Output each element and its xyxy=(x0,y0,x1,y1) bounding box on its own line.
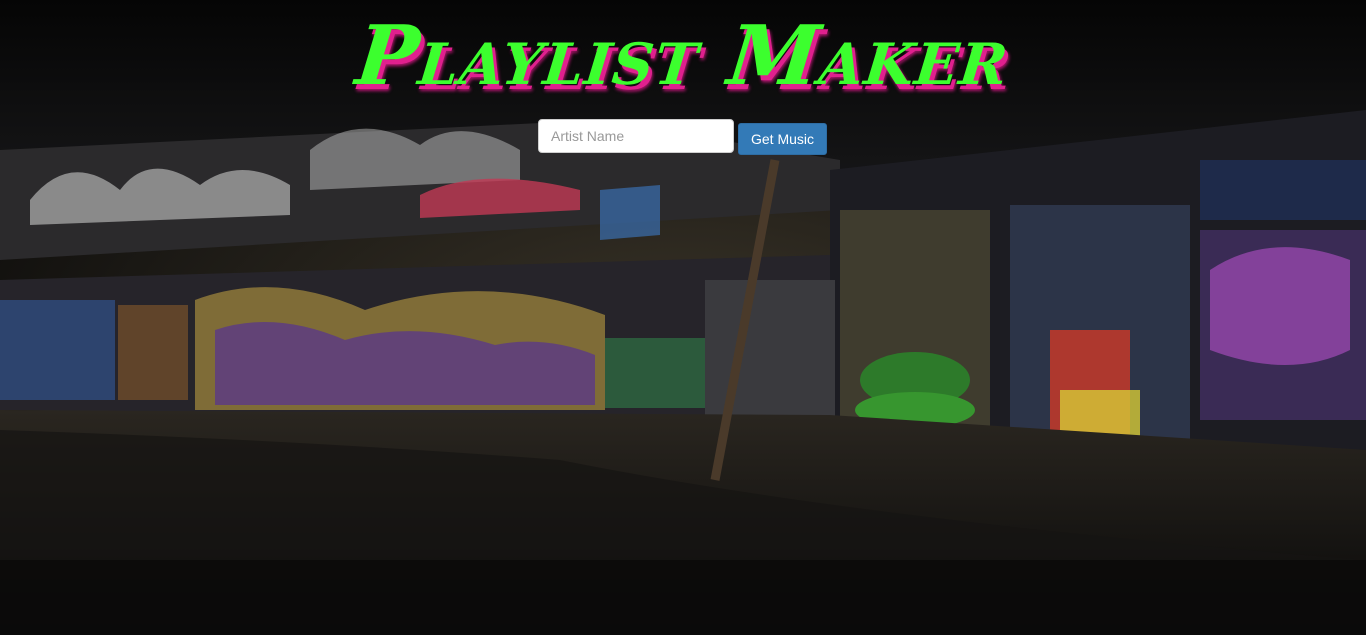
page: Playlist Maker Get Music xyxy=(0,0,1366,635)
artist-name-input[interactable] xyxy=(538,119,734,153)
get-music-button[interactable]: Get Music xyxy=(738,123,828,155)
page-title: Playlist Maker xyxy=(351,8,1014,104)
artist-search-form: Get Music xyxy=(538,119,828,155)
